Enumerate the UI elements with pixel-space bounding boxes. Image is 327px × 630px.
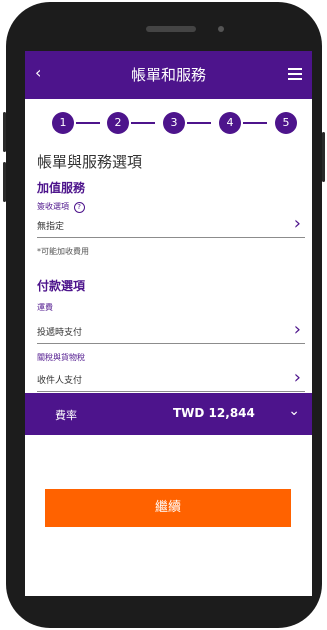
freight-payment-select[interactable]: 投遞時支付 › [37,319,305,344]
rate-label: 費率 [55,409,77,422]
volume-button [3,112,6,152]
signature-option-value: 無指定 [37,222,65,232]
page-title: 帳單和服務 [130,66,206,84]
step-4[interactable]: 4 [219,112,241,134]
signature-option-label: 簽收選項 ? [37,201,85,213]
chevron-down-icon: ⌄ [288,403,300,419]
step-5[interactable]: 5 [275,112,297,134]
rate-value: TWD 12,844 [173,406,255,420]
signature-option-label-text: 簽收選項 [37,202,69,211]
screen: ‹ 帳單和服務 1 2 3 4 5 帳單與服務選項 加值服務 簽收選項 ? 無指… [25,51,312,596]
duties-label: 關稅與貨物稅 [37,353,85,362]
freight-payment-value: 投遞時支付 [37,328,83,338]
chevron-right-icon: › [293,367,301,388]
app-header: ‹ 帳單和服務 [25,51,312,99]
chevron-right-icon: › [293,319,301,340]
step-connector [243,122,267,124]
step-connector [76,122,100,124]
step-3[interactable]: 3 [163,112,185,134]
step-2[interactable]: 2 [107,112,129,134]
rate-summary-bar[interactable]: 費率 TWD 12,844 ⌄ [25,393,312,435]
payment-options-title: 付款選項 [37,279,86,293]
value-added-title: 加值服務 [37,181,86,195]
front-camera [218,26,224,32]
freight-label: 運費 [37,303,53,312]
chevron-right-icon: › [293,213,301,234]
volume-button [3,162,6,202]
duties-payment-select[interactable]: 收件人支付 › [37,367,305,392]
continue-button[interactable]: 繼續 [45,489,291,527]
power-button [322,132,325,182]
section-title: 帳單與服務選項 [37,153,143,171]
phone-frame: ‹ 帳單和服務 1 2 3 4 5 帳單與服務選項 加值服務 簽收選項 ? 無指… [3,2,325,628]
hamburger-menu-icon[interactable] [288,68,302,83]
step-connector [131,122,155,124]
speaker-grille [146,26,196,32]
step-connector [187,122,211,124]
signature-option-select[interactable]: 無指定 › [37,213,305,238]
surcharge-note: *可能加收費用 [37,247,89,256]
duties-payment-value: 收件人支付 [37,376,83,386]
step-1[interactable]: 1 [52,112,74,134]
help-icon[interactable]: ? [73,202,85,213]
progress-stepper: 1 2 3 4 5 [25,103,312,143]
bottom-spacer [25,541,312,596]
